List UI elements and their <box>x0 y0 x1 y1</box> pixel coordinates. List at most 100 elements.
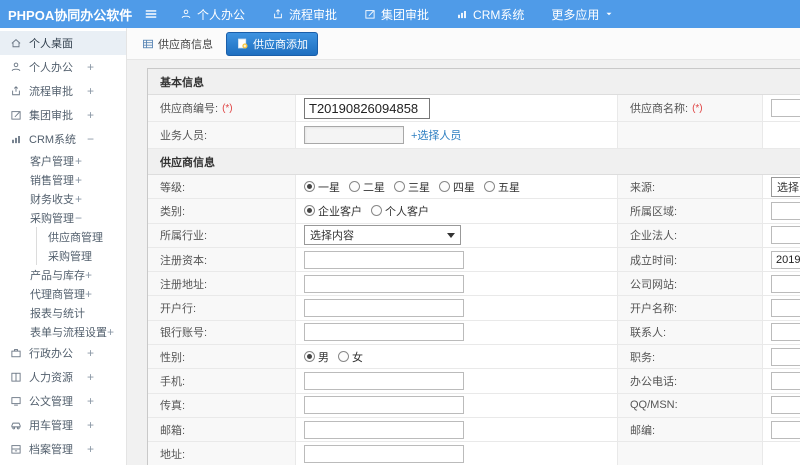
account-name-field <box>763 296 800 320</box>
adddoc-icon <box>236 37 249 50</box>
address-input[interactable] <box>304 444 464 463</box>
supplier-add-form: 基本信息供应商编号:(*) 供应商名称:(*) 业务人员: +选择人员供应商信息等级:… <box>147 68 800 465</box>
expand-toggle-icon[interactable]: + <box>75 173 82 187</box>
zip-code-input[interactable] <box>771 420 800 439</box>
sidebar-item-客户管理[interactable]: 客户管理 + <box>0 151 126 170</box>
level-radio-1[interactable]: 二星 <box>349 179 385 195</box>
supplier-add-tab[interactable]: 供应商添加 <box>226 31 318 56</box>
expand-toggle-icon[interactable]: + <box>107 325 114 339</box>
monitor-icon <box>10 395 22 407</box>
empty-field <box>763 122 800 148</box>
sidebar-item-财务收支[interactable]: 财务收支 + <box>0 189 126 208</box>
bank-input[interactable] <box>304 299 464 318</box>
mobile-input[interactable] <box>304 372 464 391</box>
sidebar-item-label: 采购管理 <box>48 250 92 263</box>
expand-toggle-icon[interactable]: + <box>87 442 94 456</box>
sidebar-item-用车管理[interactable]: 用车管理 + <box>0 413 126 437</box>
office-phone-input[interactable] <box>771 372 800 391</box>
category-radio-0[interactable]: 企业客户 <box>304 203 362 219</box>
topbar-nav: 个人办公 流程审批 集团审批 CRM系统 更多应用 <box>180 6 614 23</box>
form-row: 等级: 一星 二星 三星 四星 五星 来源: 选择内容 <box>148 175 800 200</box>
expand-toggle-icon[interactable]: − <box>75 211 82 225</box>
radio-label: 一星 <box>318 181 340 194</box>
sidebar-item-公文管理[interactable]: 公文管理 + <box>0 389 126 413</box>
expand-toggle-icon[interactable]: + <box>75 154 82 168</box>
sales-person-input[interactable] <box>304 126 404 144</box>
expand-toggle-icon[interactable]: + <box>75 192 82 206</box>
sidebar-item-采购管理[interactable]: 采购管理 − <box>0 208 126 227</box>
qq-msn-input[interactable] <box>771 396 800 415</box>
expand-toggle-icon[interactable]: + <box>87 84 94 98</box>
expand-toggle-icon[interactable]: + <box>87 418 94 432</box>
expand-toggle-icon[interactable]: + <box>87 394 94 408</box>
founded-date-input[interactable] <box>771 250 800 269</box>
level-radio-0[interactable]: 一星 <box>304 179 340 195</box>
topbar-nav-item[interactable]: 更多应用 <box>551 6 614 23</box>
sidebar-item-代理商管理[interactable]: 代理商管理 + <box>0 284 126 303</box>
registered-address-field <box>296 272 618 296</box>
bank-account-input[interactable] <box>304 323 464 342</box>
expand-toggle-icon[interactable]: + <box>87 346 94 360</box>
expand-toggle-icon[interactable]: − <box>87 132 94 146</box>
expand-toggle-icon[interactable]: + <box>85 268 92 282</box>
sidebar-item-流程审批[interactable]: 流程审批 + <box>0 79 126 103</box>
source-select[interactable]: 选择内容 <box>771 176 800 197</box>
expand-toggle-icon[interactable]: + <box>87 108 94 122</box>
sidebar-item-人力资源[interactable]: 人力资源 + <box>0 365 126 389</box>
sidebar-item-产品与库存[interactable]: 产品与库存 + <box>0 265 126 284</box>
topbar-nav-item[interactable]: 集团审批 <box>364 6 429 23</box>
sidebar-item-行政办公[interactable]: 行政办公 + <box>0 341 126 365</box>
sidebar-item-label: 公文管理 <box>29 396 73 408</box>
radio-icon <box>338 351 349 363</box>
email-input[interactable] <box>304 420 464 439</box>
sidebar-item-label: 客户管理 <box>30 155 74 168</box>
supplier-info-tab[interactable]: 供应商信息 <box>137 33 218 55</box>
sidebar-item-档案管理[interactable]: 档案管理 + <box>0 437 126 461</box>
supplier-name-input[interactable] <box>771 99 800 117</box>
form-row: 注册地址: 公司网站: <box>148 272 800 297</box>
registered-address-input[interactable] <box>304 274 464 293</box>
gender-radio-1[interactable]: 女 <box>338 349 363 365</box>
category-radio-1[interactable]: 个人客户 <box>371 203 429 219</box>
sidebar-item-表单与流程设置[interactable]: 表单与流程设置 + <box>0 322 126 341</box>
industry-select[interactable]: 选择内容 <box>304 225 461 246</box>
level-label: 等级: <box>148 175 296 199</box>
registered-capital-label: 注册资本: <box>148 247 296 272</box>
founded-date-label: 成立时间: <box>618 247 763 272</box>
expand-toggle-icon[interactable]: + <box>85 287 92 301</box>
company-website-input[interactable] <box>771 274 800 293</box>
region-input[interactable] <box>771 201 800 220</box>
gender-radio-0[interactable]: 男 <box>304 349 329 365</box>
sidebar-item-label: 报表与统计 <box>30 307 85 320</box>
sidebar: 个人桌面 个人办公 + 流程审批 + 集团审批 + CRM系统 − 客户管理 + 销售管理 + 财务收支 +… <box>0 28 127 465</box>
sidebar-item-集团审批[interactable]: 集团审批 + <box>0 103 126 127</box>
level-radio-4[interactable]: 五星 <box>484 179 520 195</box>
hamburger-icon[interactable] <box>144 7 158 21</box>
contact-person-input[interactable] <box>771 323 800 342</box>
level-radio-3[interactable]: 四星 <box>439 179 475 195</box>
section-title: 供应商信息 <box>148 149 800 175</box>
sidebar-item-报表与统计[interactable]: 报表与统计 <box>0 303 126 322</box>
topbar-nav-item[interactable]: CRM系统 <box>456 6 524 23</box>
legal-person-input[interactable] <box>771 226 800 245</box>
level-radio-2[interactable]: 三星 <box>394 179 430 195</box>
account-name-input[interactable] <box>771 299 800 318</box>
sidebar-item-销售管理[interactable]: 销售管理 + <box>0 170 126 189</box>
topbar-nav-item[interactable]: 流程审批 <box>272 6 337 23</box>
supplier-no-input[interactable] <box>304 97 430 119</box>
sidebar-item-个人桌面[interactable]: 个人桌面 <box>0 31 126 55</box>
sidebar-item-供应商管理[interactable]: 供应商管理 <box>36 227 126 246</box>
position-input[interactable] <box>771 347 800 366</box>
radio-label: 三星 <box>408 181 430 194</box>
fax-input[interactable] <box>304 396 464 415</box>
email-label: 邮箱: <box>148 417 296 442</box>
sidebar-item-采购管理[interactable]: 采购管理 <box>36 246 126 265</box>
sidebar-item-partial[interactable]: + <box>0 461 126 465</box>
choose-person-link[interactable]: +选择人员 <box>411 127 461 143</box>
expand-toggle-icon[interactable]: + <box>87 60 94 74</box>
topbar-nav-item[interactable]: 个人办公 <box>180 6 245 23</box>
expand-toggle-icon[interactable]: + <box>87 370 94 384</box>
sidebar-item-CRM系统[interactable]: CRM系统 − <box>0 127 126 151</box>
registered-capital-input[interactable] <box>304 250 464 269</box>
sidebar-item-个人办公[interactable]: 个人办公 + <box>0 55 126 79</box>
